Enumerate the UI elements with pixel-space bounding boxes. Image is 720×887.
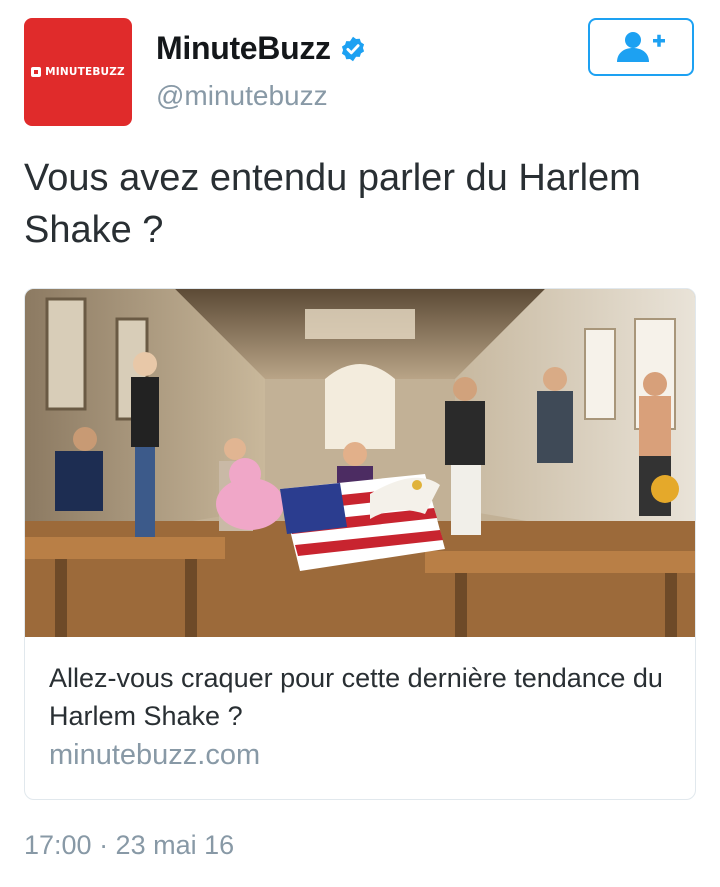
follow-user-plus-icon <box>617 32 665 62</box>
logo-mark-icon <box>31 67 42 77</box>
card-image[interactable] <box>25 289 695 637</box>
avatar-logo-text: MINUTEBUZZ <box>45 66 125 78</box>
card-body: Allez-vous craquer pour cette dernière t… <box>49 659 679 772</box>
card-domain[interactable]: minutebuzz.com <box>49 739 679 772</box>
card-title[interactable]: Allez-vous craquer pour cette dernière t… <box>49 659 679 735</box>
minutebuzz-logo: MINUTEBUZZ <box>31 66 125 78</box>
tweet-timestamp[interactable]: 17:00 · 23 mai 16 <box>24 830 234 861</box>
author-handle[interactable]: @minutebuzz <box>156 80 328 112</box>
link-card[interactable]: Allez-vous craquer pour cette dernière t… <box>24 288 696 800</box>
follow-button[interactable] <box>588 18 694 76</box>
verified-badge-icon <box>341 36 364 61</box>
tweet-text: Vous avez entendu parler du Harlem Shake… <box>24 157 641 251</box>
author-display-name[interactable]: MinuteBuzz <box>156 30 331 67</box>
author-name-row: MinuteBuzz <box>156 30 367 67</box>
avatar[interactable]: MINUTEBUZZ <box>24 18 132 126</box>
